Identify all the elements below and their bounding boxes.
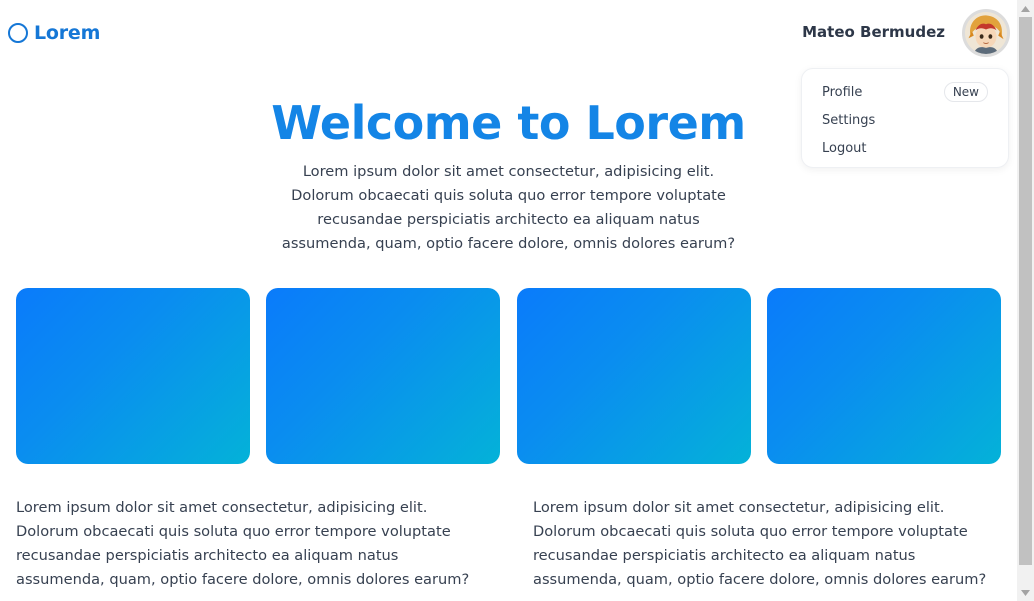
- hero-description: Lorem ipsum dolor sit amet consectetur, …: [281, 163, 736, 252]
- gradient-card: [517, 288, 751, 464]
- avatar-icon: [965, 12, 1007, 54]
- page: Lorem Mateo Bermudez Profile New Setting…: [0, 0, 1034, 601]
- column-text-right: Lorem ipsum dolor sit amet consectetur, …: [533, 499, 987, 588]
- circle-logo-icon: [8, 23, 28, 43]
- avatar[interactable]: [962, 9, 1010, 57]
- gradient-card: [16, 288, 250, 464]
- scrollbar-thumb[interactable]: [1019, 17, 1032, 565]
- scroll-up-arrow-icon[interactable]: [1017, 0, 1034, 17]
- gradient-card: [767, 288, 1001, 464]
- user-name: Mateo Bermudez: [802, 23, 945, 41]
- column-text-left: Lorem ipsum dolor sit amet consectetur, …: [16, 499, 470, 588]
- gradient-card: [266, 288, 500, 464]
- brand-link[interactable]: Lorem: [8, 21, 100, 45]
- vertical-scrollbar[interactable]: [1017, 0, 1034, 601]
- page-title: Welcome to Lorem: [271, 96, 746, 150]
- scroll-down-arrow-icon[interactable]: [1017, 584, 1034, 601]
- brand-name: Lorem: [34, 22, 101, 44]
